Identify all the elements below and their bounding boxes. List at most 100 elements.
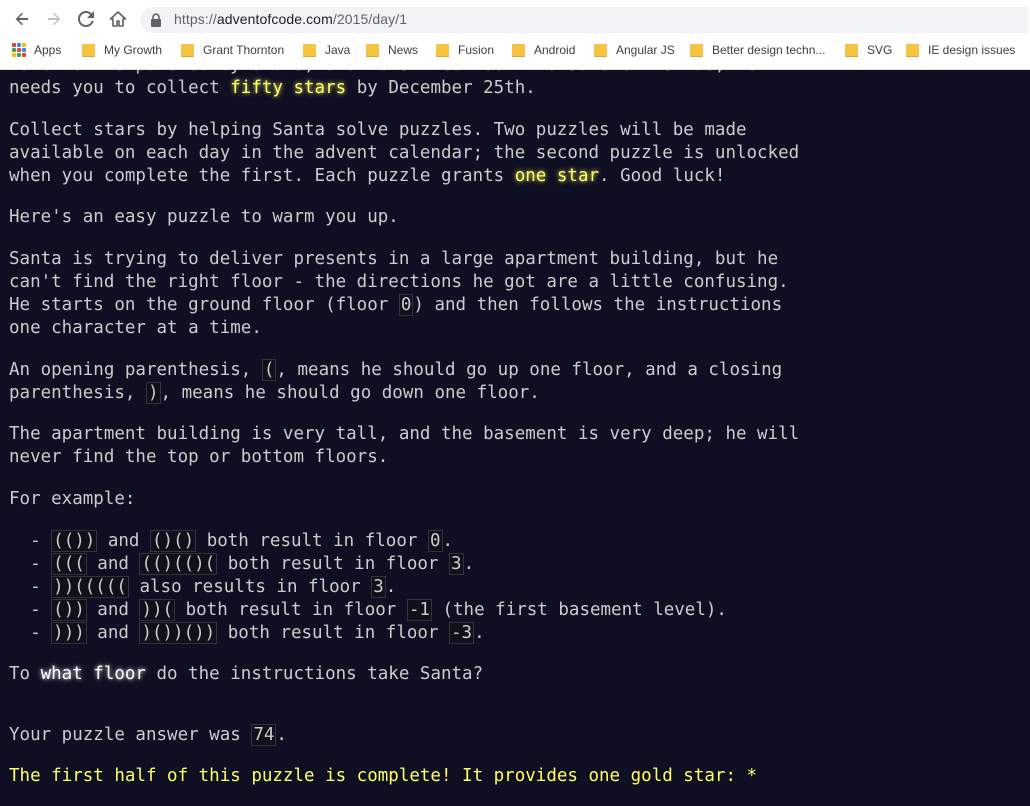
apps-grid-icon	[12, 43, 26, 57]
bookmark-label: IE design issues	[928, 43, 1016, 57]
text: by December 25th.	[346, 78, 536, 98]
reload-icon	[78, 11, 94, 27]
example-result: -1	[406, 599, 432, 621]
arrow-left-icon	[15, 12, 28, 26]
answer-line: Your puzzle answer was 74.	[9, 724, 287, 747]
bookmark-news[interactable]: News	[366, 40, 418, 60]
what-floor-emphasis: what floor	[40, 664, 146, 684]
bookmark-apps[interactable]: Apps	[12, 40, 61, 60]
example-list-item: - ((( and (()(()( both result in floor 3…	[9, 553, 475, 575]
text: both result in floor	[175, 600, 407, 620]
bookmark-ie-design-issues[interactable]: IE design issues	[906, 40, 1015, 60]
paragraph-line: He starts on the ground floor (floor 0) …	[9, 294, 782, 317]
text: .	[474, 623, 485, 643]
paragraph-line: An opening parenthesis, (, means he shou…	[9, 359, 782, 382]
bookmark-angular-js[interactable]: Angular JS	[594, 40, 675, 60]
paragraph-line: one character at a time.	[9, 318, 262, 338]
text: , means he should go down one floor.	[160, 383, 540, 403]
example-code: )))	[51, 622, 87, 644]
text: He starts on the ground floor (floor	[9, 295, 399, 315]
folder-icon	[512, 43, 525, 57]
home-icon	[109, 11, 127, 27]
bookmark-label: Angular JS	[616, 43, 675, 57]
bookmark-label: News	[388, 43, 419, 57]
text: .	[276, 725, 287, 745]
one-star-emphasis: one star	[514, 166, 600, 186]
folder-icon	[906, 43, 919, 57]
arrow-right-icon	[48, 12, 61, 26]
bookmark-android[interactable]: Android	[512, 40, 575, 60]
paragraph-line: Collect stars by helping Santa solve puz…	[9, 120, 747, 140]
url-text: https://adventofcode.com/2015/day/1	[174, 11, 407, 27]
example-code: (())	[51, 530, 98, 552]
folder-icon	[181, 43, 194, 57]
example-code: )())())	[139, 622, 218, 644]
bookmark-label: Grant Thornton	[203, 43, 285, 57]
text: also results in floor	[128, 577, 372, 597]
text: both result in floor	[196, 531, 428, 551]
text: and	[86, 600, 140, 620]
bookmark-my-growth[interactable]: My Growth	[82, 40, 162, 60]
bookmark-fusion[interactable]: Fusion	[436, 40, 494, 60]
example-list-item: - (()) and ()() both result in floor 0.	[9, 530, 454, 552]
paragraph-line: Here's an easy puzzle to warm you up.	[9, 207, 399, 227]
bookmark-label: Java	[325, 43, 351, 57]
browser-toolbar: https://adventofcode.com/2015/day/1	[0, 4, 1030, 34]
example-result: 3	[449, 553, 464, 575]
text: To	[9, 664, 41, 684]
text: and	[97, 531, 150, 551]
paragraph-line: The apartment building is very tall, and…	[9, 424, 800, 444]
question-line: To what floor do the instructions take S…	[9, 663, 483, 686]
code-close-paren: )	[145, 382, 161, 404]
paragraph-line: available on each day in the advent cale…	[9, 143, 800, 163]
text: (the first basement level).	[431, 600, 727, 620]
text: ) and then follows the instructions	[413, 295, 783, 315]
example-result: -3	[449, 622, 475, 644]
folder-icon	[436, 43, 449, 57]
example-list-item: - ))) and )())()) both result in floor -…	[9, 622, 485, 644]
reload-button[interactable]	[74, 7, 98, 31]
text: both result in floor	[217, 554, 450, 574]
example-code: ))(((((	[51, 576, 129, 598]
example-list-item: - ()) and ))( both result in floor -1 (t…	[9, 599, 727, 621]
text: . Good luck!	[599, 166, 726, 186]
folder-icon	[690, 43, 703, 57]
text: An opening parenthesis,	[9, 360, 262, 380]
home-button[interactable]	[106, 7, 130, 31]
folder-icon	[594, 43, 607, 57]
bookmark-label: Fusion	[458, 43, 495, 57]
code-floor-0: 0	[398, 294, 414, 316]
bookmark-label: Android	[534, 43, 576, 57]
folder-icon	[303, 43, 316, 57]
text: when you complete the first. Each puzzle…	[9, 166, 515, 186]
paragraph-line: Santa is trying to deliver presents in a…	[9, 249, 779, 269]
address-bar[interactable]: https://adventofcode.com/2015/day/1	[140, 7, 1028, 33]
paragraph-line: never find the top or bottom floors.	[9, 447, 389, 467]
example-code: (((	[51, 553, 87, 575]
bookmark-label: Apps	[34, 43, 62, 57]
bookmark-grant-thornton[interactable]: Grant Thornton	[181, 40, 284, 60]
text: do the instructions take Santa?	[145, 664, 484, 684]
bookmark-better-design[interactable]: Better design techn...	[690, 40, 825, 60]
folder-icon	[82, 43, 95, 57]
forward-button[interactable]	[42, 7, 66, 31]
text: .	[463, 554, 475, 574]
paragraph-line: can't find the right floor - the directi…	[9, 272, 789, 292]
paragraph-line: For example:	[9, 489, 136, 509]
bookmark-java[interactable]: Java	[303, 40, 350, 60]
paragraph-line: when you complete the first. Each puzzle…	[9, 165, 725, 188]
bookmark-svg[interactable]: SVG	[845, 40, 892, 60]
paragraph-line: parenthesis, ), means he should go down …	[9, 382, 540, 405]
text: Your puzzle answer was	[9, 725, 252, 745]
intro-line: needs you to collect fifty stars by Dece…	[9, 77, 536, 100]
example-code: ))(	[139, 599, 176, 621]
bookmark-label: Better design techn...	[712, 43, 826, 57]
text: , means he should go up one floor, and a…	[276, 360, 783, 380]
back-button[interactable]	[10, 7, 34, 31]
example-code: ()()	[150, 530, 197, 552]
text: .	[385, 577, 397, 597]
url-host: adventofcode.com	[216, 11, 333, 27]
bookmark-label: My Growth	[104, 43, 163, 57]
bookmarks-bar: Apps My Growth Grant Thornton Java News …	[0, 38, 1030, 62]
text: parenthesis,	[9, 383, 146, 403]
